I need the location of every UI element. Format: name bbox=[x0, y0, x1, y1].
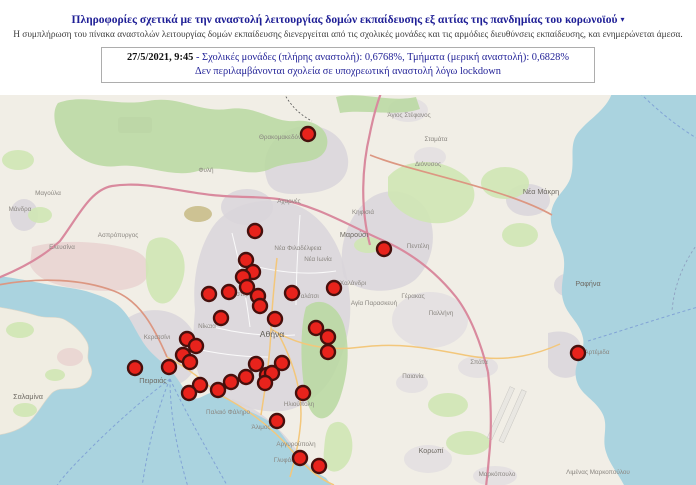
map-town-label: Γέρακας bbox=[401, 292, 424, 300]
map-town-label: Ελευσίνα bbox=[49, 243, 75, 251]
map-town-label: Κηφισιά bbox=[352, 208, 374, 216]
school-closure-marker[interactable] bbox=[293, 451, 307, 465]
map-town-label: Κερατσίνι bbox=[144, 333, 171, 341]
stats-line-1: 27/5/2021, 9:45 - Σχολικές μονάδες (πλήρ… bbox=[106, 51, 590, 65]
school-closure-marker[interactable] bbox=[270, 414, 284, 428]
page-header: Πληροφορίες σχετικά με την αναστολή λειτ… bbox=[0, 0, 696, 83]
map-town-label: Νέα Μάκρη bbox=[523, 187, 559, 196]
page-subtitle: Η συμπλήρωση του πίνακα αναστολών λειτου… bbox=[0, 30, 696, 41]
stats-details: - Σχολικές μονάδες (πλήρης αναστολή): 0,… bbox=[193, 52, 569, 63]
school-closure-marker[interactable] bbox=[377, 242, 391, 256]
map-town-label: Αρτέμιδα bbox=[584, 348, 610, 356]
school-closure-marker[interactable] bbox=[211, 383, 225, 397]
page-title: Πληροφορίες σχετικά με την αναστολή λειτ… bbox=[72, 14, 618, 26]
map-town-label: Μάνδρα bbox=[9, 205, 32, 213]
map-town-label: Διόνυσος bbox=[415, 160, 441, 168]
map-town-label: Νέα Ιωνία bbox=[304, 255, 332, 263]
map[interactable]: ΜάνδραΜαγούλα Ελευσίνα Ασπρόπυργος Φυλή Θρακ… bbox=[0, 95, 696, 485]
school-closure-marker[interactable] bbox=[321, 345, 335, 359]
map-town-label: Αγία Παρασκευή bbox=[351, 299, 398, 307]
map-town-label: Σπάτα bbox=[470, 358, 488, 366]
school-closure-marker[interactable] bbox=[327, 281, 341, 295]
school-closure-marker[interactable] bbox=[301, 127, 315, 141]
school-closure-marker[interactable] bbox=[253, 299, 267, 313]
map-town-label: Μαρκόπουλο bbox=[479, 470, 516, 478]
map-town-label: Γαλάτσι bbox=[297, 292, 319, 300]
map-town-label: Λιμένας Μαρκοπούλου bbox=[566, 468, 630, 476]
stats-timestamp: 27/5/2021, 9:45 bbox=[127, 52, 193, 63]
map-town-label: Άγιος Στέφανος bbox=[387, 111, 430, 119]
school-closure-marker[interactable] bbox=[268, 312, 282, 326]
map-town-label: Πειραιάς bbox=[139, 376, 167, 385]
school-closure-marker[interactable] bbox=[222, 285, 236, 299]
chevron-down-icon[interactable]: ▾ bbox=[620, 15, 624, 24]
school-closure-marker[interactable] bbox=[162, 360, 176, 374]
school-closure-marker[interactable] bbox=[296, 386, 310, 400]
school-closure-marker[interactable] bbox=[321, 330, 335, 344]
map-canvas: ΜάνδραΜαγούλα Ελευσίνα Ασπρόπυργος Φυλή Θρακ… bbox=[0, 95, 696, 485]
school-closure-marker[interactable] bbox=[275, 356, 289, 370]
map-town-label: Παλλήνη bbox=[429, 310, 454, 317]
map-town-label: Πεντέλη bbox=[407, 242, 430, 250]
school-closure-marker[interactable] bbox=[182, 386, 196, 400]
school-closure-marker[interactable] bbox=[128, 361, 142, 375]
school-closure-marker[interactable] bbox=[239, 370, 253, 384]
school-closure-marker[interactable] bbox=[214, 311, 228, 325]
map-town-label: Αθήνα bbox=[260, 329, 285, 339]
map-town-label: Θρακομακεδόνες bbox=[259, 133, 307, 141]
school-closure-marker[interactable] bbox=[258, 376, 272, 390]
map-town-label: Σταμάτα bbox=[425, 135, 448, 143]
school-closure-marker[interactable] bbox=[202, 287, 216, 301]
map-town-label: Αχαρνές bbox=[277, 197, 300, 205]
school-closure-marker[interactable] bbox=[224, 375, 238, 389]
map-town-label: Παιανία bbox=[402, 372, 424, 380]
map-town-label: Ηλιούπολη bbox=[284, 400, 315, 408]
school-closure-marker[interactable] bbox=[571, 346, 585, 360]
map-town-label: Φυλή bbox=[198, 167, 214, 174]
map-town-label: Κορωπί bbox=[419, 446, 444, 455]
school-closure-marker[interactable] bbox=[312, 459, 326, 473]
school-closure-marker[interactable] bbox=[189, 339, 203, 353]
school-closure-marker[interactable] bbox=[248, 224, 262, 238]
stats-box: 27/5/2021, 9:45 - Σχολικές μονάδες (πλήρ… bbox=[101, 47, 595, 83]
map-town-label: Χαλάνδρι bbox=[340, 279, 367, 287]
map-town-label: Μαγούλα bbox=[35, 189, 61, 197]
map-town-label: Ασπρόπυργος bbox=[98, 231, 138, 239]
map-town-label: Σαλαμίνα bbox=[13, 392, 43, 401]
map-town-label: Παλαιό Φάληρο bbox=[206, 408, 250, 416]
stats-note: Δεν περιλαμβάνονται σχολεία σε υποχρεωτι… bbox=[106, 65, 590, 79]
map-town-label: Νέα Φιλαδέλφεια bbox=[274, 244, 321, 252]
map-town-label: Ραφήνα bbox=[575, 279, 600, 288]
info-dropdown[interactable]: Πληροφορίες σχετικά με την αναστολή λειτ… bbox=[0, 13, 696, 27]
school-closure-marker[interactable] bbox=[183, 355, 197, 369]
map-town-label: Άλιμος bbox=[252, 424, 271, 431]
map-town-label: Μαρούσι bbox=[340, 230, 369, 239]
map-town-label: Νίκαια bbox=[198, 322, 216, 330]
school-closure-marker[interactable] bbox=[249, 357, 263, 371]
map-town-label: Αργυρούπολη bbox=[276, 440, 316, 448]
school-closure-marker[interactable] bbox=[285, 286, 299, 300]
